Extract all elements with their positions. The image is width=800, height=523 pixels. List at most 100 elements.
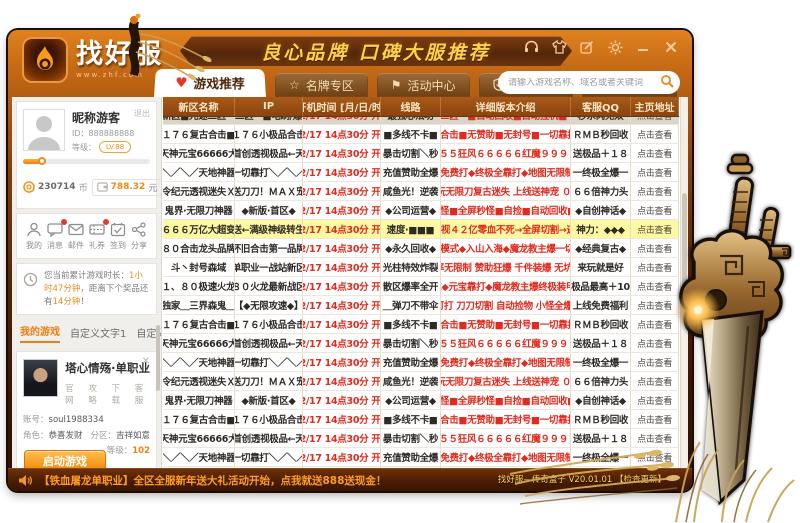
cell-homepage[interactable]: 点击查看 bbox=[631, 182, 679, 200]
header-name: 新区名称 bbox=[163, 97, 235, 116]
cell-homepage[interactable]: 点击查看 bbox=[631, 239, 679, 257]
sidebar: 退出 昵称游客 ID：888888888 等级： LV.88 230714 币 … bbox=[12, 97, 162, 468]
server-table: 新区名称IP开机时间 [月/日/时]线路详细版本介绍客服QQ主页地址 新区■光速… bbox=[163, 97, 688, 468]
server-row[interactable]: 令纪元透视迷失Ｘ送刀刀！ＭＡＸ宠12/17 14点30分 开放咸鱼光！逆袭真好玩… bbox=[163, 182, 679, 201]
tab-game-recommend[interactable]: ♥ 游戏推荐 bbox=[154, 69, 266, 97]
server-row[interactable]: ＼／＼／天地神器一切靠打＼／＼／12/17 14点30分 开放充值赞助全爆◆赞助… bbox=[163, 353, 679, 372]
cell-version-desc: ◆无泡模式◆入山入海◆魔龙教主爆一切-推荐 bbox=[441, 239, 571, 257]
game-title: 塔心情殇·单职业 bbox=[65, 361, 151, 376]
quick-checkin[interactable]: 签到 bbox=[108, 222, 128, 251]
close-icon[interactable]: ✕ bbox=[142, 356, 150, 367]
main-tabs: ♥ 游戏推荐 ☆ 名牌专区 ⚑ 活动中心 投保专区 游戏助手 bbox=[154, 68, 682, 97]
server-row[interactable]: ＼／＼／天地神器一切靠打＼／＼／12/17 14点30分 开放充值赞助全爆◆赞助… bbox=[163, 163, 679, 182]
table-scrollbar-thumb[interactable] bbox=[682, 193, 687, 303]
close-button[interactable] bbox=[662, 39, 680, 55]
cell-ip: １７６小极品合击 bbox=[235, 410, 303, 428]
cell-version-desc: ５５５５５狂风６６６６６红魔９９９９-推荐 bbox=[441, 334, 571, 352]
tab-brand-zone[interactable]: ☆ 名牌专区 bbox=[275, 73, 368, 97]
server-row[interactable]: 天神元宝66666大首创透视极品←天12/17 14点30分 开放暴击切割＼秒５… bbox=[163, 429, 679, 448]
server-row[interactable]: ６６６万亿大超变送←满级神级转生12/17 14点30分 开放速度·■■■刀刀透… bbox=[163, 220, 679, 239]
user-icon bbox=[27, 222, 41, 237]
quick-messages[interactable]: 消息 bbox=[45, 219, 67, 251]
cell-homepage[interactable]: 点击查看 bbox=[631, 220, 679, 238]
version-line: 找好服—传奇盒子 V20.01.01 【检查更新】 bbox=[498, 473, 666, 485]
cell-homepage[interactable]: 点击查看 bbox=[631, 315, 679, 333]
server-row[interactable]: １７６复古合击■１７６小极品合击12/17 14点30分 开放■多线不卡■１７６… bbox=[163, 315, 679, 334]
tab-custom-text-1[interactable]: 自定义文字1 bbox=[70, 325, 126, 343]
server-row[interactable]: １、８０极速火龙８０火龙最新战区12/17 14点30分 开放散区爆率全开无合成… bbox=[163, 277, 679, 296]
cell-homepage[interactable]: 点击查看 bbox=[631, 296, 679, 314]
cell-ip: １７６小极品合击 bbox=[235, 125, 303, 143]
server-row[interactable]: 鬼界·无限刀神器◆新版·首区◆12/17 14点30分 开放◆公司运营◆■吃大怪… bbox=[163, 201, 679, 220]
cell-open-time: 12/17 14点30分 开放 bbox=[303, 220, 381, 238]
cell-homepage[interactable]: 点击查看 bbox=[631, 410, 679, 428]
quick-mine[interactable]: 我的 bbox=[24, 222, 44, 251]
server-row[interactable]: １７６复古合击■１７６小极品合击12/17 14点30分 开放■多线不卡■１７６… bbox=[163, 125, 679, 144]
cell-version-desc: 真好玩无限刀复古迷失 上线送神宠 ０-推荐 bbox=[441, 372, 571, 390]
search-icon[interactable] bbox=[660, 73, 674, 92]
service-headset-icon[interactable] bbox=[522, 39, 540, 55]
cell-homepage[interactable]: 点击查看 bbox=[631, 144, 679, 162]
link-service[interactable]: 客服 bbox=[135, 382, 150, 406]
app-logo: 找好服 www.zhf.com bbox=[22, 37, 163, 83]
cell-homepage[interactable]: 点击查看 bbox=[631, 163, 679, 181]
server-row[interactable]: 天神元宝66666大首创透视极品←天12/17 14点30分 开放暴击切割＼秒５… bbox=[163, 334, 679, 353]
server-row[interactable]: ８０合击龙头品牌怀旧合击第一品牌12/17 14点30分 开放◆永久回收◆◆无泡… bbox=[163, 239, 679, 258]
server-row[interactable]: 独家＿三界森鬼＿【◆无限攻速◆】12/17 14点30分 开放＿弹刀不带伞赞助可… bbox=[163, 296, 679, 315]
cell-homepage[interactable]: 点击查看 bbox=[631, 125, 679, 143]
feedback-edit-icon[interactable] bbox=[578, 39, 596, 55]
tab-label: 游戏推荐 bbox=[193, 77, 246, 93]
cell-name: １７６复古合击■ bbox=[163, 125, 235, 143]
server-row[interactable]: 斗丶封号森域单职业一战站新区12/17 14点30分 开放光柱特效炸裂两爆率无限… bbox=[163, 258, 679, 277]
logout-link[interactable]: 退出 bbox=[134, 108, 150, 119]
cell-homepage[interactable]: 点击查看 bbox=[631, 201, 679, 219]
cell-homepage[interactable]: 点击查看 bbox=[631, 258, 679, 276]
server-row[interactable]: 鬼界·无限刀神器◆新版·首区◆12/17 14点30分 开放◆公司运营◆■吃大怪… bbox=[163, 391, 679, 410]
heart-icon: ♥ bbox=[174, 75, 188, 91]
message-icon bbox=[47, 223, 63, 237]
skin-shirt-icon[interactable] bbox=[550, 39, 568, 55]
header-line: 线路 bbox=[381, 97, 441, 116]
server-row[interactable]: １７６复古合击■１７６小极品合击12/17 14点30分 开放■多线不卡■１７６… bbox=[163, 410, 679, 429]
game-card-1: ✕ 塔心情殇·单职业 官网 攻略 下载 客服 账号：soul1988334 分区… bbox=[16, 351, 157, 468]
server-row[interactable]: ＼／＼／天地神器一切靠打＼／＼／12/17 14点30分 开放充值赞助全爆◆赞助… bbox=[163, 448, 679, 467]
cell-homepage[interactable]: 点击查看 bbox=[631, 448, 679, 466]
cell-homepage[interactable]: 点击查看 bbox=[631, 391, 679, 409]
tab-my-games[interactable]: 我的游戏 bbox=[20, 323, 60, 344]
table-scrollbar[interactable] bbox=[680, 97, 688, 468]
sidebar-scrollbar[interactable] bbox=[156, 325, 160, 391]
launch-game-button[interactable]: 启动游戏 bbox=[23, 449, 106, 468]
cell-open-time: 12/17 14点30分 开放 bbox=[303, 163, 381, 181]
quick-share[interactable]: 分享 bbox=[129, 222, 149, 251]
cell-line: ＿弹刀不带伞 bbox=[381, 296, 441, 314]
link-official[interactable]: 官网 bbox=[65, 382, 80, 406]
header-open-time: 开机时间 [月/日/时] bbox=[303, 97, 381, 116]
cell-service-qq: 来玩就是好 bbox=[571, 258, 631, 276]
cell-homepage[interactable]: 点击查看 bbox=[631, 117, 679, 124]
server-row[interactable]: 天神元宝66666大首创透视极品←天12/17 14点30分 开放暴击切割＼秒５… bbox=[163, 144, 679, 163]
tab-activity-center[interactable]: ⚑ 活动中心 bbox=[376, 73, 470, 97]
server-row[interactable]: 新区■光速二区一二区一■电刷/爆12/17 14点30分 开放最强心法功■新二区… bbox=[163, 117, 679, 125]
cell-homepage[interactable]: 点击查看 bbox=[631, 353, 679, 371]
tab-label: 活动中心 bbox=[407, 78, 456, 93]
user-avatar[interactable] bbox=[23, 109, 65, 151]
cell-homepage[interactable]: 点击查看 bbox=[631, 429, 679, 447]
link-guide[interactable]: 攻略 bbox=[88, 382, 103, 406]
announcement-marquee[interactable]: 【铁血屠龙单职业】全区全服新年送大礼活动开始，点我就送888送现金！ bbox=[18, 473, 386, 488]
cell-homepage[interactable]: 点击查看 bbox=[631, 334, 679, 352]
check-update-link[interactable]: 【检查更新】 bbox=[615, 475, 666, 485]
playtime-text: 您当前累计游戏时长：1小时47分钟，距离下个奖品还有14分钟！ bbox=[44, 271, 149, 307]
server-row[interactable]: 令纪元透视迷失Ｘ送刀刀！ＭＡＸ宠12/17 14点30分 开放咸鱼光！逆袭真好玩… bbox=[163, 372, 679, 391]
cell-version-desc: ５５５５５狂风６６６６６红魔９９９９-推荐 bbox=[441, 144, 571, 162]
quick-coupon[interactable]: 礼券 bbox=[87, 219, 109, 251]
search-input[interactable] bbox=[508, 77, 660, 88]
minimize-button[interactable] bbox=[634, 39, 652, 55]
cell-version-desc: １７６合击■无赞助■无封号■一切靠打-推荐 bbox=[441, 125, 571, 143]
cell-homepage[interactable]: 点击查看 bbox=[631, 277, 679, 295]
cell-open-time: 12/17 14点30分 开放 bbox=[303, 334, 381, 352]
header-ip: IP bbox=[235, 97, 303, 116]
settings-gear-icon[interactable] bbox=[606, 39, 624, 55]
link-download[interactable]: 下载 bbox=[112, 382, 127, 406]
cell-homepage[interactable]: 点击查看 bbox=[631, 372, 679, 390]
quick-mail[interactable]: 邮件 bbox=[66, 222, 86, 251]
